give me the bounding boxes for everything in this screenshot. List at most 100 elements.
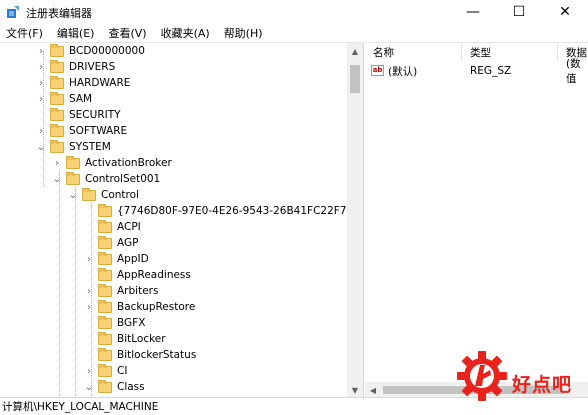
expand-chevron-icon[interactable]: › [84, 251, 94, 267]
expand-chevron-icon[interactable]: › [36, 59, 46, 75]
expand-placeholder [84, 267, 94, 283]
registry-values-pane[interactable]: 名称 类型 数据 ab (默认) REG_SZ (数值 ◀ [365, 42, 588, 397]
expand-chevron-icon[interactable]: › [52, 155, 62, 171]
tree-item-guid[interactable]: {7746D80F-97E0-4E26-9543-26B41FC22F79} [84, 203, 360, 219]
value-name: (默认) [388, 65, 418, 78]
expand-placeholder [84, 331, 94, 347]
folder-icon [50, 139, 64, 153]
folder-icon [98, 315, 112, 329]
watermark: 好点吧 [452, 350, 588, 415]
menu-bar: 文件(F) 编辑(E) 查看(V) 收藏夹(A) 帮助(H) [0, 24, 588, 42]
regedit-app-icon [7, 6, 19, 18]
collapse-chevron-icon[interactable]: ⌄ [68, 187, 78, 203]
expand-placeholder [36, 107, 46, 123]
tree-item-label: SOFTWARE [69, 125, 128, 137]
scroll-up-arrow-icon[interactable]: ▲ [347, 43, 363, 59]
menu-file[interactable]: 文件(F) [6, 25, 43, 41]
menu-edit[interactable]: 编辑(E) [57, 25, 95, 41]
tree-item-security[interactable]: SECURITY [36, 107, 121, 123]
collapse-chevron-icon[interactable]: ⌄ [52, 171, 62, 187]
scroll-down-arrow-icon[interactable]: ▼ [347, 382, 363, 397]
tree-item-label: BCD00000000 [69, 45, 145, 57]
tree-item-ci[interactable]: › CI [84, 363, 127, 379]
registry-tree-pane[interactable]: › BCD00000000 › DRIVERS › HARDWARE › SAM… [0, 42, 364, 397]
folder-icon [82, 187, 96, 201]
column-separator[interactable] [557, 43, 558, 61]
tree-guide-line [75, 187, 76, 397]
tree-item-software[interactable]: › SOFTWARE [36, 123, 127, 139]
folder-icon [98, 331, 112, 345]
expand-placeholder [84, 203, 94, 219]
tree-item-appid[interactable]: › AppID [84, 251, 149, 267]
tree-item-label: SAM [69, 93, 93, 105]
tree-item-drivers[interactable]: › DRIVERS [36, 59, 115, 75]
tree-item-arbiters[interactable]: › Arbiters [84, 283, 158, 299]
expand-chevron-icon[interactable]: › [84, 299, 94, 315]
expand-placeholder [84, 219, 94, 235]
folder-icon [98, 203, 112, 217]
tree-item-label: AGP [117, 237, 139, 249]
gear-logo-icon [457, 351, 507, 401]
tree-item-class[interactable]: ⌄ Class [84, 379, 145, 395]
watermark-text: 好点吧 [512, 374, 573, 396]
tree-item-bcd00000000[interactable]: › BCD00000000 [36, 43, 145, 59]
folder-icon [98, 379, 112, 393]
folder-icon [50, 107, 64, 121]
tree-item-label: BackupRestore [117, 301, 196, 313]
expand-chevron-icon[interactable]: › [36, 91, 46, 107]
tree-item-bgfx[interactable]: BGFX [84, 315, 145, 331]
tree-vertical-scrollbar[interactable]: ▲ ▼ [347, 43, 363, 397]
tree-item-bitlockerstatus[interactable]: BitlockerStatus [84, 347, 196, 363]
tree-item-label: BitLocker [117, 333, 166, 345]
expand-chevron-icon[interactable]: › [84, 283, 94, 299]
tree-item-label: SYSTEM [69, 141, 111, 153]
close-button[interactable]: ✕ [542, 0, 588, 24]
expand-chevron-icon[interactable]: › [84, 363, 94, 379]
tree-item-controlset001[interactable]: ⌄ ControlSet001 [52, 171, 160, 187]
window-title: 注册表编辑器 [26, 7, 92, 20]
tree-item-sam[interactable]: › SAM [36, 91, 92, 107]
menu-view[interactable]: 查看(V) [108, 25, 146, 41]
scroll-left-arrow-icon[interactable]: ◀ [365, 382, 381, 397]
folder-icon [98, 267, 112, 281]
tree-item-activationbroker[interactable]: › ActivationBroker [52, 155, 172, 171]
minimize-button[interactable]: — [450, 0, 496, 24]
column-separator[interactable] [461, 43, 462, 61]
tree-item-label: {7746D80F-97E0-4E26-9543-26B41FC22F79} [117, 205, 360, 217]
scroll-thumb[interactable] [350, 65, 360, 93]
menu-favorites[interactable]: 收藏夹(A) [161, 25, 210, 41]
folder-icon [50, 43, 64, 57]
tree-item-agp[interactable]: AGP [84, 235, 138, 251]
value-row[interactable]: ab (默认) REG_SZ (数值 [365, 58, 588, 85]
tree-item-system[interactable]: ⌄ SYSTEM [36, 139, 111, 155]
tree-item-bitlocker[interactable]: BitLocker [84, 331, 166, 347]
tree-item-acpi[interactable]: ACPI [84, 219, 141, 235]
expand-chevron-icon[interactable]: › [36, 123, 46, 139]
collapse-chevron-icon[interactable]: ⌄ [36, 139, 46, 155]
expand-chevron-icon[interactable]: › [36, 75, 46, 91]
collapse-chevron-icon[interactable]: ⌄ [84, 379, 94, 395]
tree-item-label: HARDWARE [69, 77, 131, 89]
folder-icon [98, 235, 112, 249]
expand-chevron-icon[interactable]: › [36, 43, 46, 59]
column-header-name[interactable]: 名称 [373, 43, 394, 61]
tree-item-label: CI [117, 365, 128, 377]
tree-item-label: Class [117, 381, 145, 393]
tree-item-appreadiness[interactable]: AppReadiness [84, 267, 191, 283]
status-path: 计算机\HKEY_LOCAL_MACHINE [2, 401, 159, 413]
menu-help[interactable]: 帮助(H) [224, 25, 263, 41]
expand-placeholder [84, 235, 94, 251]
tree-item-label: BitlockerStatus [117, 349, 197, 361]
tree-item-label: Arbiters [117, 285, 159, 297]
tree-item-control[interactable]: ⌄ Control [68, 187, 139, 203]
column-header-type[interactable]: 类型 [470, 43, 491, 61]
folder-icon [98, 299, 112, 313]
tree-guide-line [59, 171, 60, 397]
tree-item-label: DRIVERS [69, 61, 116, 73]
folder-icon [98, 219, 112, 233]
maximize-button[interactable]: ☐ [496, 0, 542, 24]
folder-icon [50, 91, 64, 105]
tree-item-backuprestore[interactable]: › BackupRestore [84, 299, 195, 315]
expand-placeholder [84, 347, 94, 363]
tree-item-hardware[interactable]: › HARDWARE [36, 75, 130, 91]
